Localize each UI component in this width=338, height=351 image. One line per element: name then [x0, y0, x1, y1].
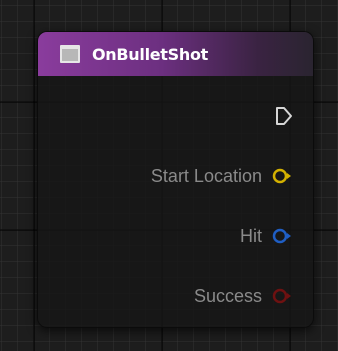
start-location-pin-row[interactable]: Start Location: [151, 164, 293, 188]
success-label: Success: [193, 285, 262, 306]
boolean-pin-icon[interactable]: [271, 287, 293, 305]
node-header[interactable]: OnBulletShot: [38, 32, 313, 76]
start-location-label: Start Location: [150, 165, 262, 186]
hit-pin-row[interactable]: Hit: [240, 224, 293, 248]
function-icon: [60, 45, 80, 63]
exec-output-pin-row[interactable]: [266, 104, 293, 128]
hit-pin-icon[interactable]: [271, 227, 293, 245]
success-pin-row[interactable]: Success: [194, 284, 293, 308]
exec-pin-icon[interactable]: [275, 106, 293, 126]
hit-label: Hit: [240, 225, 262, 246]
blueprint-node[interactable]: OnBulletShot Start Location Hit Success: [37, 31, 314, 328]
vector-pin-icon[interactable]: [271, 167, 293, 185]
node-title: OnBulletShot: [92, 44, 209, 64]
